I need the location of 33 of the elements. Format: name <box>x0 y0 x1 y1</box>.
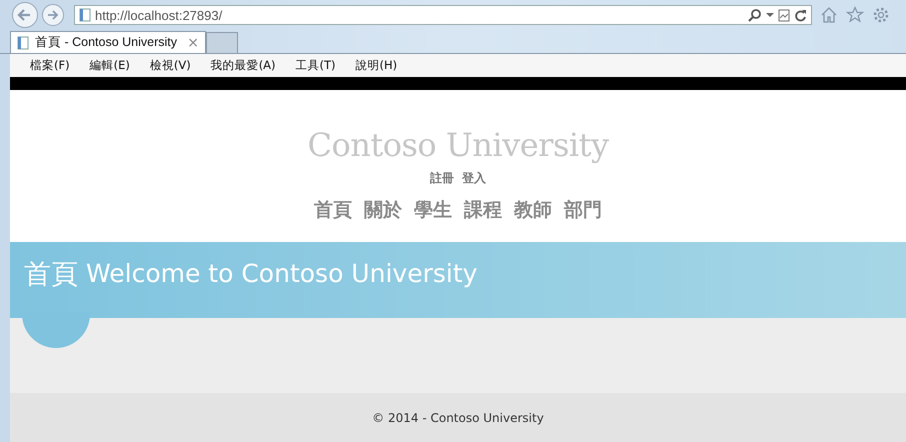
nav-link[interactable]: 課程 <box>464 197 502 223</box>
page-icon <box>17 36 29 50</box>
back-button[interactable] <box>12 2 38 28</box>
browser-tab[interactable]: 首頁 - Contoso University × <box>10 31 206 53</box>
compatibility-icon[interactable] <box>778 8 790 22</box>
close-tab-button[interactable]: × <box>187 34 199 50</box>
tab-title: 首頁 - Contoso University <box>35 34 178 51</box>
menu-item[interactable]: 我的最愛(A) <box>200 58 286 73</box>
account-link[interactable]: 登入 <box>462 170 486 187</box>
page-icon <box>79 8 91 22</box>
nav-link[interactable]: 學生 <box>414 197 452 223</box>
dropdown-icon[interactable] <box>766 12 774 18</box>
page-heading: 首頁 <box>24 258 78 292</box>
settings-icon[interactable] <box>872 6 890 24</box>
nav-link[interactable]: 關於 <box>364 197 402 223</box>
refresh-icon[interactable] <box>794 8 807 22</box>
new-tab-button[interactable] <box>206 32 238 53</box>
star-icon[interactable] <box>846 6 864 24</box>
nav-link[interactable]: 部門 <box>564 197 602 223</box>
account-link[interactable]: 註冊 <box>430 170 454 187</box>
menu-item[interactable]: 檔案(F) <box>20 58 80 73</box>
search-icon[interactable] <box>748 8 762 22</box>
footer-text: © 2014 - Contoso University <box>372 410 544 424</box>
menu-item[interactable]: 工具(T) <box>286 58 346 73</box>
nav-link[interactable]: 教師 <box>514 197 552 223</box>
home-icon[interactable] <box>820 6 838 24</box>
welcome-heading: Welcome to Contoso University <box>86 258 478 288</box>
address-field[interactable]: http://localhost:27893/ <box>74 5 812 25</box>
menu-item[interactable]: 編輯(E) <box>80 58 140 73</box>
menu-item[interactable]: 檢視(V) <box>140 58 201 73</box>
menu-item[interactable]: 說明(H) <box>346 58 408 73</box>
forward-button[interactable] <box>42 4 64 26</box>
nav-link[interactable]: 首頁 <box>314 197 352 223</box>
